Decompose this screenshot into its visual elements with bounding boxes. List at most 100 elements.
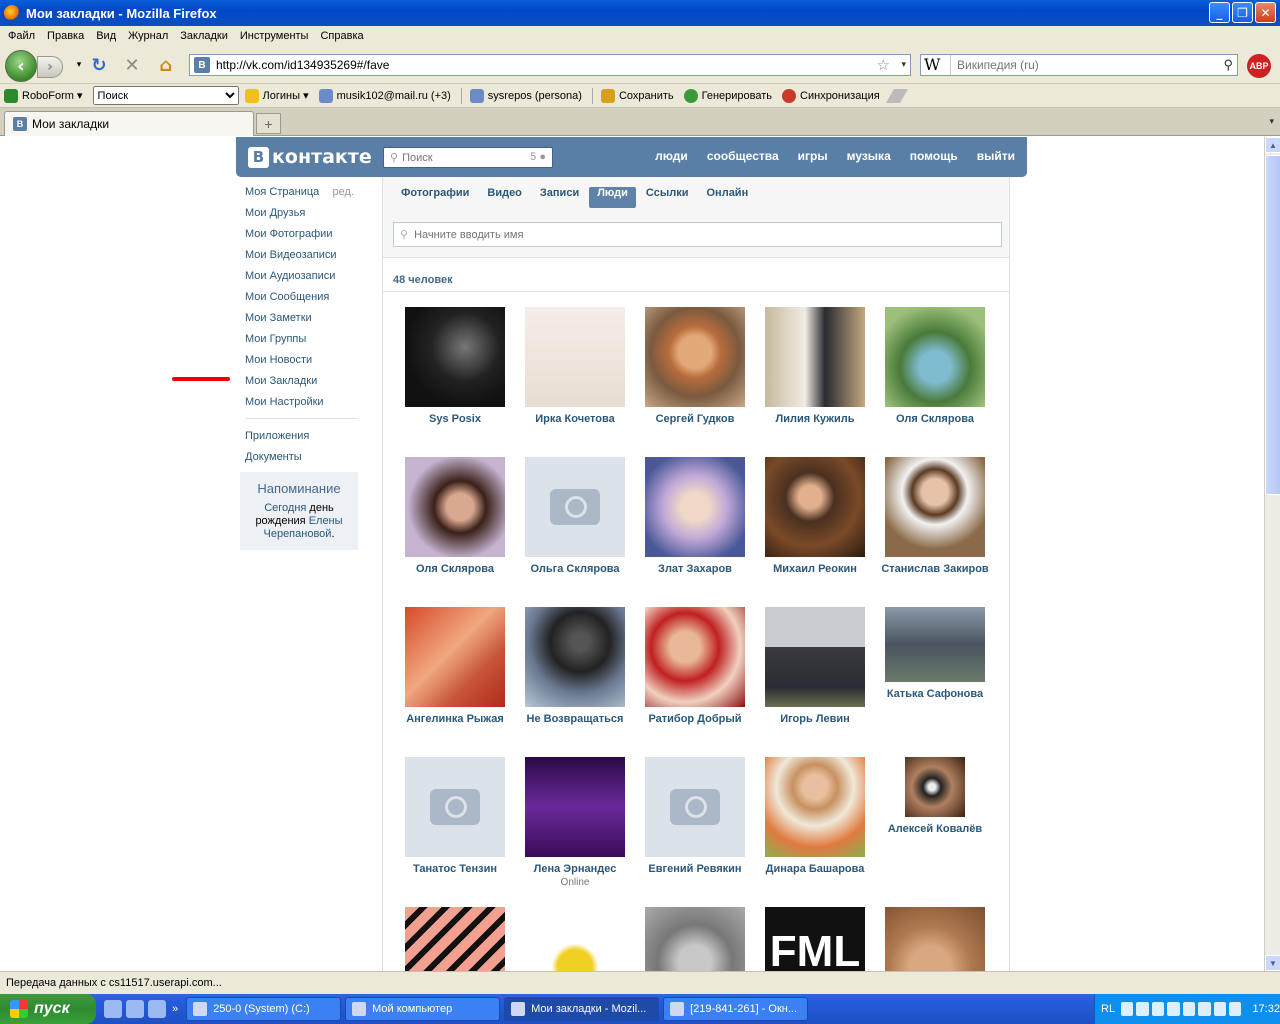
vk-nav-link[interactable]: люди — [655, 149, 688, 163]
person-name[interactable]: Лилия Кужиль — [755, 413, 875, 425]
person-photo[interactable] — [905, 757, 965, 817]
left-menu-item[interactable]: Мои Фотографии — [245, 227, 358, 248]
person-name[interactable]: Оля Склярова — [395, 563, 515, 575]
taskbar-task[interactable]: Мой компьютер — [345, 997, 501, 1021]
person-name[interactable]: Танатос Тензин — [395, 863, 515, 875]
close-button[interactable]: ✕ — [1255, 2, 1276, 23]
person-card[interactable]: Ирка Кочетова — [515, 307, 635, 425]
left-menu-item[interactable]: Документы — [245, 450, 358, 471]
identity-sysrepos-button[interactable]: sysrepos (persona) — [469, 88, 582, 103]
quicklaunch-icon[interactable] — [126, 1000, 144, 1018]
person-name[interactable]: Лена Эрнандес — [515, 863, 635, 875]
left-menu-item[interactable]: Мои Аудиозаписи — [245, 269, 358, 290]
adblock-icon[interactable]: ABP — [1247, 54, 1271, 78]
person-photo[interactable] — [645, 307, 745, 407]
bookmarks-tab[interactable]: Онлайн — [699, 187, 757, 208]
person-card[interactable]: Не Возвращаться — [515, 607, 635, 725]
bookmarks-tab[interactable]: Фотографии — [393, 187, 477, 208]
tray-icon[interactable] — [1121, 1002, 1134, 1016]
vk-search-input[interactable] — [402, 151, 523, 164]
language-indicator[interactable]: RL — [1101, 1003, 1115, 1015]
person-card[interactable] — [635, 907, 755, 971]
person-card[interactable]: Оля Склярова — [875, 307, 995, 425]
person-photo[interactable] — [525, 607, 625, 707]
person-photo[interactable] — [405, 607, 505, 707]
vk-search[interactable]: ⚲ 5 ● — [383, 147, 553, 168]
stop-icon[interactable]: ✕ — [121, 55, 143, 76]
left-menu-item[interactable]: Мои Группы — [245, 332, 358, 353]
maximize-button[interactable]: ❐ — [1232, 2, 1253, 23]
start-button[interactable]: пуск — [0, 994, 96, 1024]
person-photo[interactable] — [765, 457, 865, 557]
person-card[interactable]: Станислав Закиров — [875, 457, 995, 575]
tray-icon[interactable] — [1213, 1002, 1227, 1016]
home-icon[interactable]: ⌂ — [155, 55, 177, 76]
person-photo[interactable] — [885, 307, 985, 407]
menu-item[interactable]: Вид — [90, 30, 122, 42]
person-name[interactable]: Ангелинка Рыжая — [395, 713, 515, 725]
person-card[interactable] — [395, 907, 515, 971]
person-card[interactable]: Алексей Ковалёв — [875, 757, 995, 835]
scroll-thumb[interactable] — [1265, 155, 1280, 495]
vk-nav-link[interactable]: сообщества — [707, 149, 779, 163]
tray-icon[interactable] — [1229, 1002, 1242, 1016]
person-card[interactable]: Михаил Реокин — [755, 457, 875, 575]
person-card[interactable]: Лилия Кужиль — [755, 307, 875, 425]
person-name[interactable]: Ольга Склярова — [515, 563, 635, 575]
person-photo[interactable] — [885, 457, 985, 557]
person-card[interactable] — [875, 907, 995, 971]
menu-item[interactable]: Файл — [2, 30, 41, 42]
menu-item[interactable]: Закладки — [174, 30, 234, 42]
left-menu-item[interactable]: Моя Страница ред. — [245, 185, 358, 206]
generate-button[interactable]: Генерировать — [683, 88, 772, 103]
search-icon[interactable]: ⚲ — [1223, 57, 1233, 73]
eraser-icon[interactable] — [885, 88, 908, 103]
tray-icon[interactable] — [1136, 1002, 1149, 1016]
bookmarks-tab[interactable]: Записи — [532, 187, 587, 208]
person-card[interactable]: FML — [755, 907, 875, 971]
menu-item[interactable]: Правка — [41, 30, 90, 42]
person-card[interactable]: Танатос Тензин — [395, 757, 515, 875]
vk-nav-link[interactable]: помощь — [910, 149, 958, 163]
person-photo[interactable] — [645, 607, 745, 707]
tray-icon[interactable] — [1198, 1002, 1211, 1016]
sync-button[interactable]: Синхронизация — [782, 88, 880, 103]
back-icon[interactable]: ‹ — [5, 50, 37, 82]
search-bar[interactable]: W ⚲ — [920, 54, 1238, 76]
quicklaunch-icon[interactable] — [104, 1000, 122, 1018]
person-photo[interactable] — [405, 307, 505, 407]
person-name[interactable]: Алексей Ковалёв — [875, 823, 995, 835]
person-photo[interactable] — [525, 757, 625, 857]
menu-item[interactable]: Журнал — [122, 30, 174, 42]
left-menu-item[interactable]: Мои Настройки — [245, 395, 358, 416]
left-menu-item[interactable]: Мои Новости — [245, 353, 358, 374]
left-menu-item[interactable]: Приложения — [245, 429, 358, 450]
person-name[interactable]: Не Возвращаться — [515, 713, 635, 725]
camera-icon[interactable] — [525, 457, 625, 557]
tray-icon[interactable] — [1151, 1002, 1165, 1016]
identity-mail-button[interactable]: musik102@mail.ru (+3) — [318, 88, 451, 103]
person-name[interactable]: Оля Склярова — [875, 413, 995, 425]
camera-icon[interactable] — [645, 757, 745, 857]
reload-icon[interactable]: ↻ — [88, 55, 110, 76]
person-card[interactable]: Sys Posix — [395, 307, 515, 425]
bookmark-star-icon[interactable]: ☆ — [877, 56, 890, 74]
bookmarks-tab[interactable]: Ссылки — [638, 187, 697, 208]
taskbar-task[interactable]: Мои закладки - Mozil... — [504, 997, 660, 1021]
vk-logo[interactable]: Вконтакте — [248, 146, 372, 168]
chevron-right-icon[interactable]: » — [172, 1003, 178, 1015]
person-card[interactable]: Оля Склярова — [395, 457, 515, 575]
person-photo[interactable] — [645, 907, 745, 971]
left-menu-item[interactable]: Мои Заметки — [245, 311, 358, 332]
person-photo[interactable]: FML — [765, 907, 865, 971]
url-input[interactable] — [216, 58, 866, 72]
url-bar[interactable]: B ☆ ▾ — [189, 54, 911, 76]
person-name[interactable]: Ратибор Добрый — [635, 713, 755, 725]
person-photo[interactable] — [765, 307, 865, 407]
person-name[interactable]: Злат Захаров — [635, 563, 755, 575]
person-photo[interactable] — [765, 607, 865, 707]
vertical-scrollbar[interactable]: ▲ ▼ — [1264, 137, 1280, 971]
person-name[interactable]: Евгений Ревякин — [635, 863, 755, 875]
reminder-today-link[interactable]: Сегодня — [264, 502, 306, 514]
bookmarks-tab[interactable]: Люди — [589, 187, 636, 208]
